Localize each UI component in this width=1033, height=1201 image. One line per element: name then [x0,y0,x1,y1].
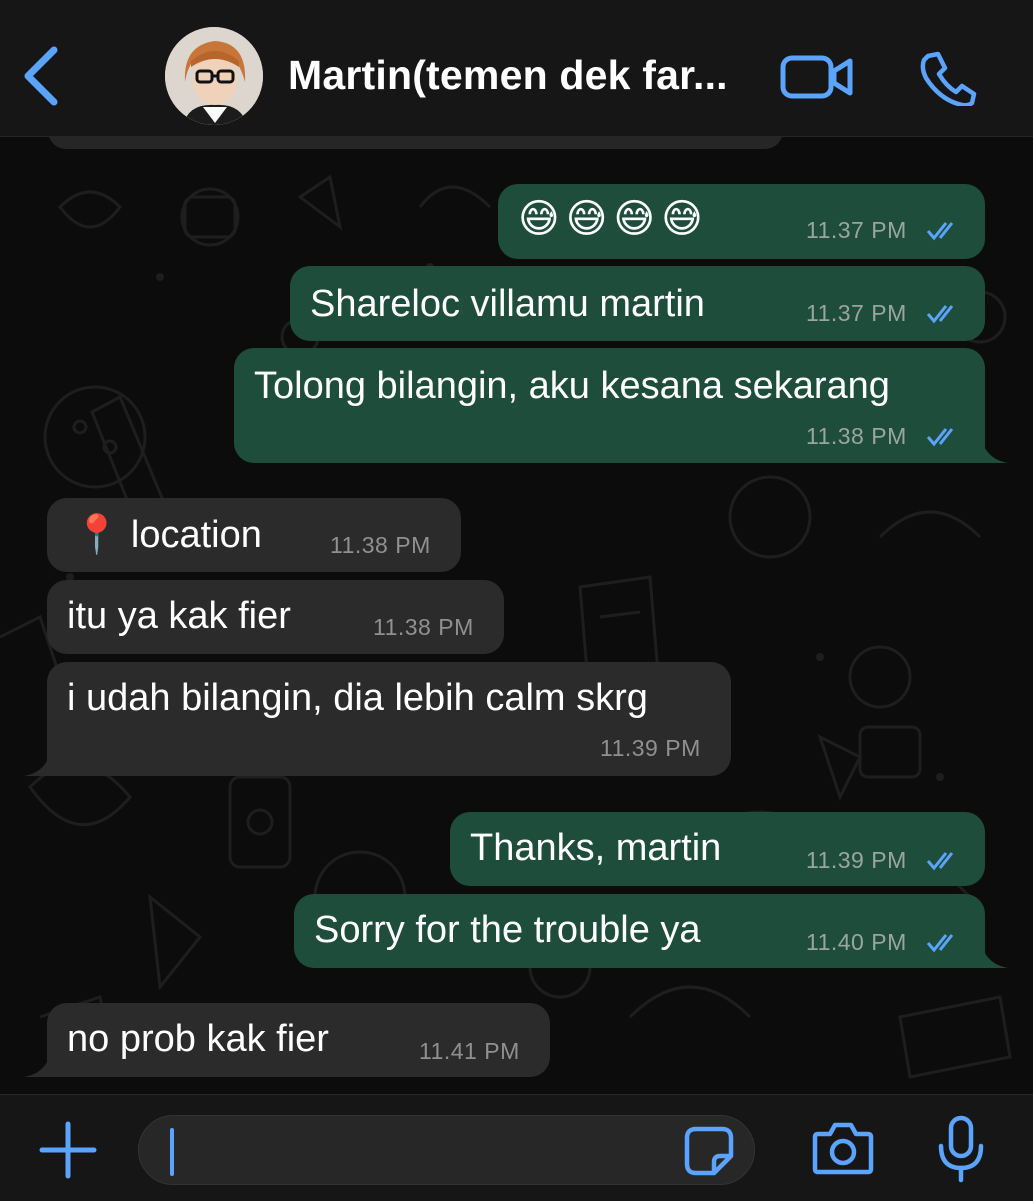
sticker-icon [684,1126,734,1176]
video-call-button[interactable] [780,54,854,100]
avatar[interactable] [165,27,263,125]
outgoing-message[interactable]: Shareloc villamu martin 11.37 PM [290,266,985,341]
message-text: 📍 location [73,514,262,556]
message-text: Tolong bilangin, aku kesana sekarang [254,365,890,407]
read-receipt-icon [926,222,954,241]
incoming-message[interactable]: itu ya kak fier 11.38 PM [47,580,504,654]
message-text: Sorry for the trouble ya [314,909,701,951]
camera-button[interactable] [812,1120,874,1176]
message-text: itu ya kak fier [67,595,291,637]
message-text: Thanks, martin [470,827,722,869]
bubble-tail [980,433,1008,463]
plus-icon [39,1121,97,1179]
video-camera-icon [780,55,853,99]
bubble-tail [24,746,52,776]
message-time: 11.37 PM [806,300,907,326]
text-cursor [170,1128,174,1176]
read-receipt-icon [926,852,954,871]
message-time: 11.38 PM [806,423,907,449]
message-time: 11.37 PM [806,217,907,243]
chevron-left-icon [24,46,58,106]
message-time: 11.38 PM [373,614,474,640]
message-text: no prob kak fier [67,1018,329,1060]
message-input[interactable] [138,1115,755,1185]
sticker-button[interactable] [684,1126,734,1176]
chat-header: Martin(temen dek far... [0,0,1033,137]
attach-button[interactable] [38,1120,98,1180]
incoming-message[interactable]: no prob kak fier 11.41 PM [47,1003,550,1077]
message-time: 11.41 PM [419,1038,520,1064]
outgoing-message[interactable]: Sorry for the trouble ya 11.40 PM [294,894,985,968]
phone-icon [920,51,977,108]
message-time: 11.40 PM [806,929,907,955]
bubble-tail [24,1047,52,1077]
outgoing-message[interactable]: 😅😅😅😅 11.37 PM [498,184,985,259]
message-text: 😅😅😅😅 [518,197,709,241]
back-button[interactable] [18,44,68,108]
contact-name[interactable]: Martin(temen dek far... [288,52,728,99]
message-time: 11.39 PM [600,735,701,761]
message-text: i udah bilangin, dia lebih calm skrg [67,677,648,719]
read-receipt-icon [926,428,954,447]
location-message[interactable]: 📍 location 11.38 PM [47,498,461,572]
incoming-message[interactable]: i udah bilangin, dia lebih calm skrg 11.… [47,662,731,776]
message-time: 11.38 PM [330,532,431,558]
outgoing-message[interactable]: Thanks, martin 11.39 PM [450,812,985,886]
microphone-icon [938,1115,984,1183]
message-text: Shareloc villamu martin [310,283,705,325]
contact-photo [165,27,263,125]
message-list[interactable]: 😅😅😅😅 11.37 PM Shareloc villamu martin 11… [0,137,1033,1094]
camera-icon [812,1122,874,1175]
read-receipt-icon [926,934,954,953]
microphone-button[interactable] [936,1114,986,1184]
previous-message-bubble [48,137,783,149]
outgoing-message[interactable]: Tolong bilangin, aku kesana sekarang 11.… [234,348,985,463]
message-time: 11.39 PM [806,847,907,873]
voice-call-button[interactable] [918,50,978,108]
bubble-tail [980,938,1008,968]
read-receipt-icon [926,305,954,324]
